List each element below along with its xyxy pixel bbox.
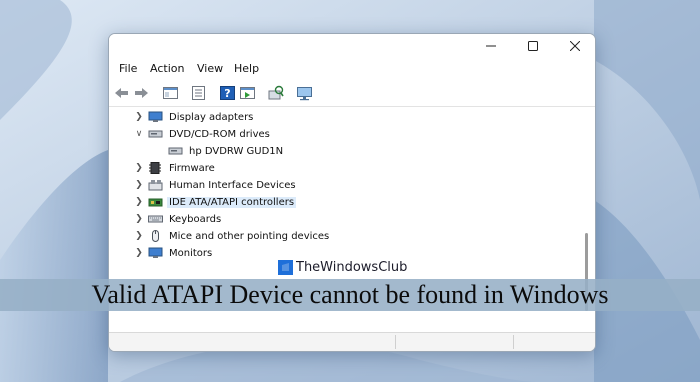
- tree-item-label: Monitors: [169, 247, 213, 259]
- dvd-drive-icon: [148, 130, 163, 138]
- status-bar: [109, 332, 595, 351]
- expand-chevron-icon[interactable]: ❯: [133, 112, 145, 122]
- collapse-chevron-icon[interactable]: ∨: [133, 129, 145, 139]
- dvd-device-icon: [168, 147, 183, 155]
- expand-chevron-icon[interactable]: ❯: [133, 163, 145, 173]
- menu-help[interactable]: Help: [234, 62, 259, 75]
- tree-item-dvd-cd-rom-drives[interactable]: ∨ DVD/CD-ROM drives: [133, 126, 272, 142]
- show-hide-tree-icon[interactable]: [162, 85, 179, 101]
- tree-item-label: Keyboards: [169, 213, 222, 225]
- maximize-icon: [528, 41, 538, 51]
- expand-chevron-icon[interactable]: ❯: [133, 180, 145, 190]
- minimize-button[interactable]: [471, 34, 511, 58]
- close-button[interactable]: [555, 34, 595, 58]
- close-icon: [570, 41, 580, 51]
- expand-chevron-icon[interactable]: ❯: [133, 231, 145, 241]
- menu-file[interactable]: File: [119, 62, 137, 75]
- tree-item-label: Mice and other pointing devices: [169, 230, 330, 242]
- expand-chevron-icon[interactable]: ❯: [133, 197, 145, 207]
- tree-item-ide-ata-atapi-controllers[interactable]: ❯ IDE ATA/ATAPI controllers: [133, 194, 297, 210]
- watermark-text: TheWindowsClub: [296, 260, 408, 275]
- tree-item-human-interface-devices[interactable]: ❯ Human Interface Devices: [133, 177, 298, 193]
- ide-controller-icon: [148, 198, 163, 207]
- menu-view[interactable]: View: [197, 62, 223, 75]
- title-bar: [109, 34, 595, 58]
- banner-title: Valid ATAPI Device cannot be found in Wi…: [91, 280, 609, 309]
- scan-hardware-icon[interactable]: [267, 85, 284, 101]
- help-icon[interactable]: ?: [219, 85, 236, 101]
- tree-item-label: IDE ATA/ATAPI controllers: [167, 196, 297, 208]
- monitor-device-icon: [148, 247, 163, 258]
- mouse-icon: [152, 230, 159, 242]
- minimize-icon: [486, 45, 496, 47]
- status-pane-divider: [395, 335, 396, 349]
- keyboard-icon: [148, 215, 163, 223]
- expand-chevron-icon[interactable]: ❯: [133, 214, 145, 224]
- expand-chevron-icon[interactable]: ❯: [133, 248, 145, 258]
- tree-item-mice[interactable]: ❯ Mice and other pointing devices: [133, 228, 331, 244]
- tree-item-label: DVD/CD-ROM drives: [169, 128, 270, 140]
- back-arrow-icon[interactable]: [113, 85, 130, 101]
- toolbar: ?: [109, 82, 595, 104]
- properties-icon[interactable]: [190, 85, 207, 101]
- status-pane-divider: [513, 335, 514, 349]
- hid-icon: [148, 180, 163, 191]
- tree-item-label: Human Interface Devices: [169, 179, 296, 191]
- tree-item-monitors[interactable]: ❯ Monitors: [133, 245, 214, 261]
- display-adapter-icon: [148, 111, 163, 122]
- tree-item-firmware[interactable]: ❯ Firmware: [133, 160, 217, 176]
- tree-item-keyboards[interactable]: ❯ Keyboards: [133, 211, 223, 227]
- windows-logo-icon: [278, 260, 293, 275]
- action-pane-icon[interactable]: [239, 85, 256, 101]
- tree-item-label: hp DVDRW GUD1N: [189, 145, 284, 157]
- svg-text:?: ?: [224, 87, 230, 100]
- tree-item-label: Firmware: [169, 162, 215, 174]
- maximize-button[interactable]: [513, 34, 553, 58]
- menu-action[interactable]: Action: [150, 62, 184, 75]
- tree-item-hp-dvdrw[interactable]: hp DVDRW GUD1N: [165, 143, 285, 159]
- forward-arrow-icon[interactable]: [133, 85, 150, 101]
- firmware-icon: [149, 162, 161, 174]
- tree-item-label: Display adapters: [169, 111, 254, 123]
- monitor-icon[interactable]: [296, 85, 313, 101]
- site-watermark: TheWindowsClub: [278, 260, 407, 275]
- tree-item-display-adapters[interactable]: ❯ Display adapters: [133, 109, 255, 125]
